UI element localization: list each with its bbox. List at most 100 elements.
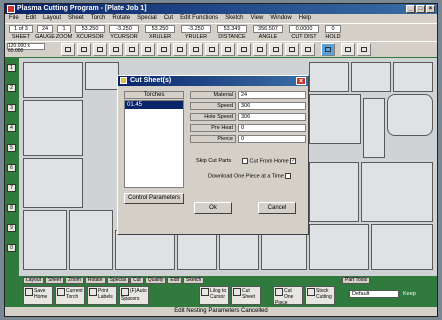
default-select[interactable]: Default bbox=[349, 290, 399, 298]
hole-speed-field[interactable]: 306 bbox=[238, 113, 306, 121]
menu-window[interactable]: Window bbox=[270, 14, 291, 23]
pre-heat-field[interactable]: 0 bbox=[238, 124, 306, 132]
torch-item[interactable]: 01.45 bbox=[125, 101, 183, 109]
dialog-close-button[interactable]: × bbox=[296, 77, 306, 85]
download-one-checkbox[interactable] bbox=[285, 173, 292, 179]
nested-part[interactable] bbox=[393, 62, 433, 92]
tool-button-7[interactable] bbox=[157, 43, 171, 56]
menu-sheet[interactable]: Sheet bbox=[68, 14, 84, 23]
download-one-option[interactable]: Download One Piece at a Time bbox=[208, 173, 292, 180]
cut-one-piece-button[interactable]: Cut One Piece bbox=[273, 286, 303, 306]
cut-from-home-checkbox[interactable]: ✓ bbox=[290, 158, 297, 164]
minimize-button[interactable]: _ bbox=[406, 5, 415, 13]
menu-help[interactable]: Help bbox=[299, 14, 311, 23]
tool-button-8[interactable] bbox=[173, 43, 187, 56]
tab-special[interactable]: Special bbox=[106, 277, 130, 284]
nested-part[interactable] bbox=[23, 158, 83, 208]
left-button-0[interactable]: 0 bbox=[7, 244, 16, 252]
skip-cut-parts-option[interactable]: Skip Cut Parts bbox=[196, 158, 231, 165]
nested-part[interactable] bbox=[309, 224, 369, 270]
current-torch-button[interactable]: Current Torch bbox=[55, 286, 85, 305]
left-button-9[interactable]: 9 bbox=[7, 224, 16, 232]
cut-sheet-button[interactable]: Cut Sheet bbox=[231, 286, 261, 305]
nested-part[interactable] bbox=[177, 230, 217, 270]
tool-button-10[interactable] bbox=[205, 43, 219, 56]
tool-button-16[interactable] bbox=[301, 43, 315, 56]
nested-part[interactable] bbox=[309, 62, 349, 92]
menu-sketch[interactable]: Sketch bbox=[225, 14, 243, 23]
print-labels-button[interactable]: Print Labels bbox=[87, 286, 117, 305]
maximize-button[interactable]: □ bbox=[416, 5, 425, 13]
pierce-field[interactable]: 0 bbox=[238, 135, 306, 143]
save-home-button[interactable]: Save Home bbox=[23, 286, 53, 305]
menu-cut[interactable]: Cut bbox=[164, 14, 173, 23]
torches-list[interactable]: 01.45 bbox=[124, 100, 184, 188]
tool-button-13[interactable] bbox=[253, 43, 267, 56]
nested-part[interactable] bbox=[23, 62, 83, 98]
tab-rotate[interactable]: Rotate bbox=[84, 277, 106, 284]
cancel-button[interactable]: Cancel bbox=[258, 202, 296, 214]
close-button[interactable]: × bbox=[426, 5, 435, 13]
menu-layout[interactable]: Layout bbox=[43, 14, 61, 23]
nested-part[interactable] bbox=[309, 94, 361, 144]
menu-special[interactable]: Special bbox=[137, 14, 157, 23]
stock-cutting-button[interactable]: Stock Cutting bbox=[305, 286, 335, 305]
left-button-2[interactable]: 2 bbox=[7, 84, 16, 92]
cut-from-home-option[interactable]: Cut From Home ✓ bbox=[242, 158, 297, 165]
nested-part[interactable] bbox=[351, 62, 391, 92]
tool-button-6[interactable] bbox=[141, 43, 155, 56]
nested-part[interactable] bbox=[85, 62, 119, 90]
tool-button-18[interactable] bbox=[341, 43, 355, 56]
material-field[interactable]: 24 bbox=[238, 91, 306, 99]
tool-button-9[interactable] bbox=[189, 43, 203, 56]
nested-part[interactable] bbox=[363, 98, 385, 158]
nested-part[interactable] bbox=[115, 230, 175, 270]
left-button-8[interactable]: 8 bbox=[7, 204, 16, 212]
left-button-7[interactable]: 7 bbox=[7, 184, 16, 192]
tool-button-15[interactable] bbox=[285, 43, 299, 56]
tool-button-14[interactable] bbox=[269, 43, 283, 56]
tool-button-4[interactable] bbox=[109, 43, 123, 56]
tool-button-3[interactable] bbox=[93, 43, 107, 56]
tool-button-2[interactable] bbox=[77, 43, 91, 56]
nested-part[interactable] bbox=[371, 224, 433, 270]
ok-button[interactable]: Ok bbox=[194, 202, 232, 214]
nested-part[interactable] bbox=[23, 210, 67, 270]
nested-part[interactable] bbox=[309, 162, 359, 222]
tool-button-12[interactable] bbox=[237, 43, 251, 56]
part-tools-label[interactable]: Part Tools bbox=[342, 277, 371, 284]
lilog-to-cursor-button[interactable]: Lilog to Cursor bbox=[199, 286, 229, 305]
menu-rotate[interactable]: Rotate bbox=[112, 14, 130, 23]
left-button-1[interactable]: 1 bbox=[7, 64, 16, 72]
tool-button-5[interactable] bbox=[125, 43, 139, 56]
tab-zoom[interactable]: Zoom bbox=[65, 277, 84, 284]
nested-part[interactable] bbox=[261, 230, 307, 270]
left-button-5[interactable]: 5 bbox=[7, 144, 16, 152]
nested-part[interactable] bbox=[69, 210, 113, 270]
tab-quality[interactable]: Quality bbox=[144, 277, 167, 284]
tool-button-19[interactable] bbox=[357, 43, 371, 56]
tab-cut[interactable]: Cut bbox=[130, 277, 144, 284]
nested-part[interactable] bbox=[387, 94, 433, 136]
control-parameters-button[interactable]: Control Parameters bbox=[124, 193, 184, 204]
auto-spacers-button[interactable]: (F)Auto Spacers bbox=[119, 286, 149, 305]
tab-layout[interactable]: Layout bbox=[23, 277, 45, 284]
nested-part[interactable] bbox=[219, 230, 259, 270]
tab-sketch[interactable]: Sketch bbox=[182, 277, 205, 284]
tool-button-17[interactable] bbox=[321, 43, 335, 56]
cut-from-home-unchecked-box[interactable] bbox=[242, 158, 248, 164]
menu-edit[interactable]: Edit bbox=[26, 14, 36, 23]
menu-view[interactable]: View bbox=[250, 14, 263, 23]
left-button-3[interactable]: 3 bbox=[7, 104, 16, 112]
menu-file[interactable]: File bbox=[9, 14, 19, 23]
tab-sheet[interactable]: Sheet bbox=[45, 277, 65, 284]
tool-button-11[interactable] bbox=[221, 43, 235, 56]
tab-edit[interactable]: Edit bbox=[167, 277, 182, 284]
left-button-6[interactable]: 6 bbox=[7, 164, 16, 172]
left-button-4[interactable]: 4 bbox=[7, 124, 16, 132]
menu-edit-functions[interactable]: Edit Functions bbox=[180, 14, 218, 23]
nested-part[interactable] bbox=[23, 100, 83, 156]
speed-field[interactable]: 306 bbox=[238, 102, 306, 110]
menu-torch[interactable]: Torch bbox=[91, 14, 106, 23]
tool-button-1[interactable] bbox=[61, 43, 75, 56]
